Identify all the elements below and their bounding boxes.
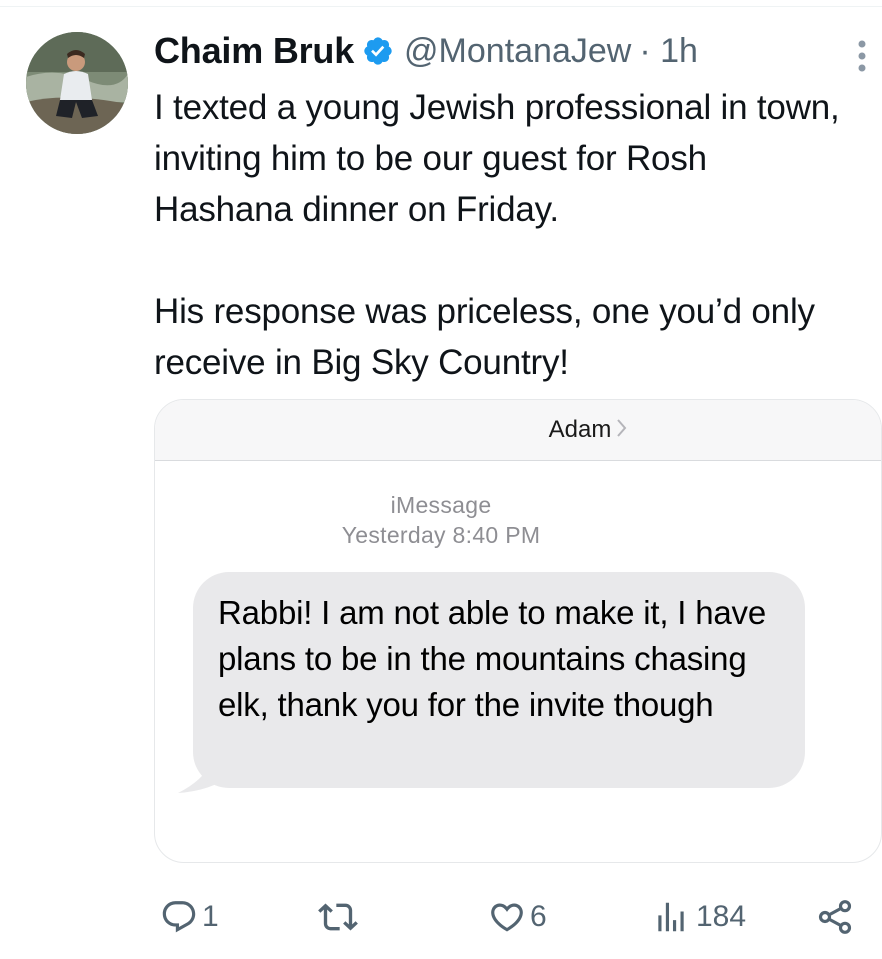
tweet-paragraph-2: His response was priceless, one you’d on…	[154, 292, 815, 382]
imessage-timestamp: Yesterday 8:40 PM	[341, 522, 541, 548]
tweet-paragraph-1: I texted a young Jewish professional in …	[154, 88, 840, 229]
tweet-time[interactable]: · 1h	[639, 32, 698, 71]
message-text: Rabbi! I am not able to make it, I have …	[218, 594, 766, 723]
imessage-header: Adam	[155, 400, 881, 461]
tweet-text: I texted a young Jewish professional in …	[154, 82, 854, 388]
like-button[interactable]: 6	[488, 892, 547, 942]
reply-count: 1	[202, 900, 219, 933]
share-icon	[818, 900, 852, 934]
avatar-photo	[26, 32, 128, 134]
views-button[interactable]: 184	[652, 892, 746, 942]
author-name[interactable]: Chaim Bruk	[154, 30, 354, 72]
author-handle[interactable]: @MontanaJew	[404, 32, 631, 71]
verified-badge-icon	[362, 35, 394, 67]
like-icon	[491, 903, 523, 932]
share-button[interactable]	[815, 892, 855, 942]
avatar[interactable]	[26, 32, 128, 134]
top-divider	[0, 6, 882, 7]
reply-button[interactable]: 1	[160, 892, 219, 942]
more-options-icon[interactable]	[855, 38, 869, 78]
retweet-button[interactable]	[318, 892, 362, 942]
tweet-actions: 1 6 184	[0, 892, 882, 942]
views-count: 184	[696, 900, 747, 933]
like-count: 6	[530, 900, 547, 933]
chevron-right-icon	[617, 417, 627, 443]
contact-name: Adam	[548, 416, 612, 443]
imessage-service-label: iMessage	[390, 492, 492, 518]
tweet-header: Chaim Bruk @MontanaJew · 1h	[154, 28, 698, 74]
views-icon	[658, 902, 684, 932]
retweet-icon	[318, 903, 358, 931]
reply-icon	[162, 901, 196, 933]
